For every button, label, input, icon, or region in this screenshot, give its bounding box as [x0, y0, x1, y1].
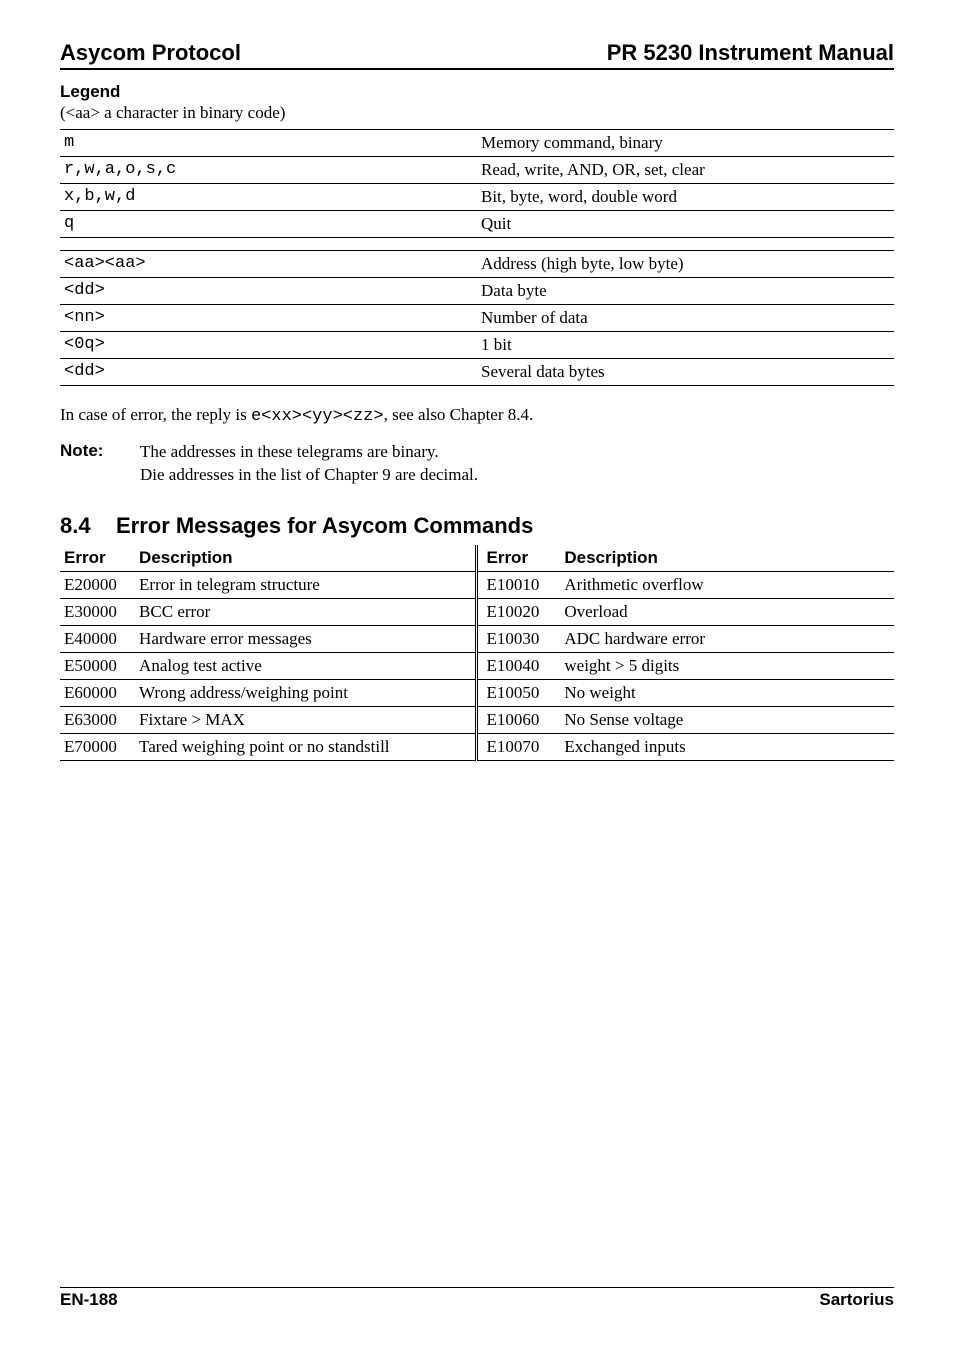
page: Asycom Protocol PR 5230 Instrument Manua… — [0, 0, 954, 1350]
legend-gap — [60, 237, 894, 250]
legend-row: mMemory command, binary — [60, 129, 894, 156]
legend-code: q — [60, 210, 477, 237]
note-line1: The addresses in these telegrams are bin… — [140, 441, 478, 464]
error-th: Description — [135, 545, 477, 572]
err-desc-l: Hardware error messages — [135, 625, 477, 652]
header-right: PR 5230 Instrument Manual — [607, 40, 894, 66]
legend-code: <dd> — [60, 277, 477, 304]
error-th: Error — [477, 545, 560, 572]
legend-code: <0q> — [60, 331, 477, 358]
err-code-r: E10040 — [477, 652, 560, 679]
legend-desc: Number of data — [477, 304, 894, 331]
legend-row: qQuit — [60, 210, 894, 237]
err-desc-l: Fixtare > MAX — [135, 706, 477, 733]
legend-title: Legend — [60, 82, 894, 102]
error-th: Description — [560, 545, 894, 572]
legend-desc: Bit, byte, word, double word — [477, 183, 894, 210]
legend-block: Legend (<aa> a character in binary code)… — [60, 82, 894, 386]
note-block: Note: The addresses in these telegrams a… — [60, 441, 894, 487]
legend-code: m — [60, 129, 477, 156]
err-desc-r: ADC hardware error — [560, 625, 894, 652]
err-code-r: E10070 — [477, 733, 560, 760]
section-heading: 8.4 Error Messages for Asycom Commands — [60, 513, 894, 539]
table-row: E63000Fixtare > MAXE10060No Sense voltag… — [60, 706, 894, 733]
err-desc-r: No Sense voltage — [560, 706, 894, 733]
legend-row: r,w,a,o,s,cRead, write, AND, OR, set, cl… — [60, 156, 894, 183]
legend-row: <0q>1 bit — [60, 331, 894, 358]
error-table: Error Description Error Description E200… — [60, 545, 894, 761]
error-th: Error — [60, 545, 135, 572]
legend-desc: Memory command, binary — [477, 129, 894, 156]
err-desc-l: Tared weighing point or no standstill — [135, 733, 477, 760]
table-row: E60000Wrong address/weighing pointE10050… — [60, 679, 894, 706]
legend-row: x,b,w,dBit, byte, word, double word — [60, 183, 894, 210]
err-code-r: E10010 — [477, 571, 560, 598]
error-line-code: e<xx><yy><zz> — [251, 407, 384, 426]
err-desc-l: Analog test active — [135, 652, 477, 679]
legend-subtitle: (<aa> a character in binary code) — [60, 102, 894, 125]
legend-desc: Read, write, AND, OR, set, clear — [477, 156, 894, 183]
section-number: 8.4 — [60, 513, 116, 539]
err-code-r: E10050 — [477, 679, 560, 706]
footer-left: EN-188 — [60, 1290, 118, 1310]
header-left: Asycom Protocol — [60, 40, 241, 66]
err-code-r: E10060 — [477, 706, 560, 733]
err-code-l: E30000 — [60, 598, 135, 625]
error-table-header-row: Error Description Error Description — [60, 545, 894, 572]
page-footer: EN-188 Sartorius — [60, 1287, 894, 1310]
section-title: Error Messages for Asycom Commands — [116, 513, 533, 539]
err-desc-l: Error in telegram structure — [135, 571, 477, 598]
err-code-l: E50000 — [60, 652, 135, 679]
legend-row: <dd>Several data bytes — [60, 358, 894, 385]
err-code-l: E70000 — [60, 733, 135, 760]
legend-desc: Data byte — [477, 277, 894, 304]
legend-desc: Quit — [477, 210, 894, 237]
err-code-r: E10030 — [477, 625, 560, 652]
legend-desc: Several data bytes — [477, 358, 894, 385]
table-row: E30000BCC errorE10020Overload — [60, 598, 894, 625]
legend-desc: 1 bit — [477, 331, 894, 358]
err-desc-r: No weight — [560, 679, 894, 706]
legend-code: <aa><aa> — [60, 250, 477, 277]
legend-rows-top: mMemory command, binary r,w,a,o,s,cRead,… — [60, 129, 894, 385]
footer-right: Sartorius — [819, 1290, 894, 1310]
legend-code: <nn> — [60, 304, 477, 331]
err-desc-l: BCC error — [135, 598, 477, 625]
note-label: Note: — [60, 441, 140, 487]
err-code-r: E10020 — [477, 598, 560, 625]
err-desc-r: Arithmetic overflow — [560, 571, 894, 598]
err-code-l: E60000 — [60, 679, 135, 706]
err-desc-l: Wrong address/weighing point — [135, 679, 477, 706]
err-desc-r: Overload — [560, 598, 894, 625]
err-desc-r: Exchanged inputs — [560, 733, 894, 760]
table-row: E70000Tared weighing point or no standst… — [60, 733, 894, 760]
legend-row: <dd>Data byte — [60, 277, 894, 304]
note-line2: Die addresses in the list of Chapter 9 a… — [140, 464, 478, 487]
table-row: E20000Error in telegram structureE10010A… — [60, 571, 894, 598]
note-text: The addresses in these telegrams are bin… — [140, 441, 478, 487]
page-header: Asycom Protocol PR 5230 Instrument Manua… — [60, 40, 894, 70]
error-line: In case of error, the reply is e<xx><yy>… — [60, 404, 894, 429]
err-desc-r: weight > 5 digits — [560, 652, 894, 679]
table-row: E40000Hardware error messagesE10030ADC h… — [60, 625, 894, 652]
legend-code: x,b,w,d — [60, 183, 477, 210]
legend-code: <dd> — [60, 358, 477, 385]
err-code-l: E40000 — [60, 625, 135, 652]
legend-row: <nn>Number of data — [60, 304, 894, 331]
legend-row: <aa><aa>Address (high byte, low byte) — [60, 250, 894, 277]
err-code-l: E63000 — [60, 706, 135, 733]
error-line-suffix: , see also Chapter 8.4. — [384, 405, 534, 424]
err-code-l: E20000 — [60, 571, 135, 598]
legend-desc: Address (high byte, low byte) — [477, 250, 894, 277]
legend-table: mMemory command, binary r,w,a,o,s,cRead,… — [60, 129, 894, 386]
legend-code: r,w,a,o,s,c — [60, 156, 477, 183]
table-row: E50000Analog test activeE10040weight > 5… — [60, 652, 894, 679]
error-line-prefix: In case of error, the reply is — [60, 405, 251, 424]
